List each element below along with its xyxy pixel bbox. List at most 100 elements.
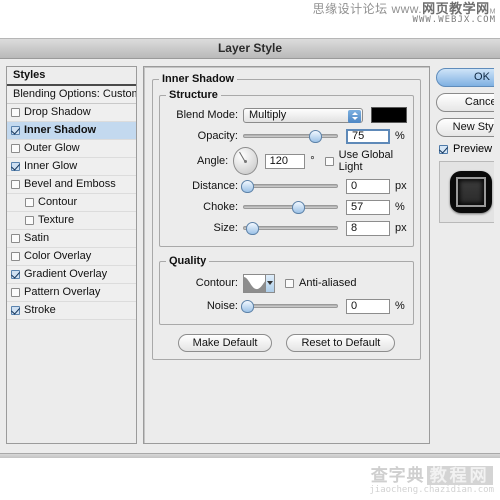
noise-label: Noise:: [206, 300, 238, 312]
styles-item-drop-shadow[interactable]: Drop Shadow: [7, 104, 136, 122]
opacity-unit: %: [395, 130, 405, 142]
angle-dial-hub: [243, 159, 247, 163]
styles-item-label: Satin: [24, 232, 50, 244]
styles-item-stroke[interactable]: Stroke: [7, 302, 136, 320]
choke-slider-track: [243, 205, 338, 209]
size-input[interactable]: 8: [346, 220, 390, 236]
styles-item-pattern-overlay[interactable]: Pattern Overlay: [7, 284, 136, 302]
blend-mode-select[interactable]: Multiply: [243, 107, 363, 123]
chevron-updown-icon[interactable]: [348, 109, 361, 123]
preview-row[interactable]: Preview: [439, 143, 494, 155]
inner-shadow-group: Inner Shadow Structure Blend Mode: Multi…: [152, 73, 421, 360]
watermark-top-forum: 思缘设计论坛: [312, 2, 388, 16]
watermark-top-url: WWW.WEBJX.COM: [412, 14, 496, 25]
size-slider-knob[interactable]: [245, 222, 259, 235]
pattern-overlay-checkbox[interactable]: [11, 288, 20, 297]
distance-slider[interactable]: [240, 179, 338, 193]
noise-row: Noise: 0 %: [166, 296, 407, 316]
preview-checkbox[interactable]: [439, 144, 448, 154]
styles-item-color-overlay[interactable]: Color Overlay: [7, 248, 136, 266]
reset-to-default-button[interactable]: Reset to Default: [286, 334, 396, 352]
styles-item-inner-shadow[interactable]: Inner Shadow: [7, 122, 136, 140]
noise-slider[interactable]: [240, 299, 338, 313]
satin-checkbox[interactable]: [11, 234, 20, 243]
watermark-bottom-url: jiaocheng.chazidian.com: [369, 485, 494, 496]
settings-column: Inner Shadow Structure Blend Mode: Multi…: [143, 66, 430, 444]
styles-item-label: Gradient Overlay: [24, 268, 108, 280]
styles-item-label: Pattern Overlay: [24, 286, 101, 298]
inner-glow-checkbox[interactable]: [11, 162, 20, 171]
new-style-button[interactable]: New Style...: [436, 118, 494, 137]
bevel-and-emboss-checkbox[interactable]: [11, 180, 20, 189]
color-overlay-checkbox[interactable]: [11, 252, 20, 261]
styles-item-satin[interactable]: Satin: [7, 230, 136, 248]
contour-checkbox[interactable]: [25, 198, 34, 207]
opacity-label: Opacity:: [197, 130, 238, 142]
blend-mode-value: Multiply: [249, 108, 287, 121]
distance-unit: px: [395, 180, 407, 192]
opacity-input[interactable]: 75: [346, 128, 390, 144]
choke-slider-knob[interactable]: [292, 201, 306, 214]
chevron-down-icon[interactable]: [265, 274, 274, 292]
styles-list-empty-area: [7, 320, 136, 443]
noise-slider-knob[interactable]: [240, 300, 254, 313]
anti-aliased-row[interactable]: Anti-aliased: [285, 277, 356, 289]
anti-aliased-checkbox[interactable]: [285, 278, 294, 288]
use-global-light-row[interactable]: Use Global Light: [324, 149, 407, 173]
dialog-title: Layer Style: [217, 41, 283, 55]
dialog-body: Styles Blending Options: Custom Drop Sha…: [0, 59, 500, 444]
default-buttons-row: Make Default Reset to Default: [159, 334, 414, 352]
outer-glow-checkbox[interactable]: [11, 144, 20, 153]
size-slider[interactable]: [243, 221, 338, 235]
choke-row: Choke: 57 %: [166, 197, 407, 217]
watermark-bottom-box: 教程网: [426, 466, 493, 486]
structure-group-title: Structure: [169, 89, 218, 101]
opacity-slider-knob[interactable]: [309, 130, 323, 143]
inner-shadow-group-title: Inner Shadow: [162, 73, 235, 85]
choke-slider[interactable]: [243, 200, 338, 214]
styles-item-label: Outer Glow: [24, 142, 80, 154]
angle-input[interactable]: 120: [264, 153, 306, 169]
choke-input[interactable]: 57: [346, 199, 390, 215]
distance-label: Distance:: [192, 180, 238, 192]
shadow-color-swatch[interactable]: [371, 107, 407, 123]
styles-item-bevel-and-emboss[interactable]: Bevel and Emboss: [7, 176, 136, 194]
styles-item-label: Inner Shadow: [24, 124, 97, 136]
cancel-button[interactable]: Cancel: [436, 93, 494, 112]
styles-item-gradient-overlay[interactable]: Gradient Overlay: [7, 266, 136, 284]
distance-slider-track: [243, 184, 338, 188]
styles-item-contour[interactable]: Contour: [7, 194, 136, 212]
angle-dial[interactable]: [233, 147, 258, 175]
styles-column: Styles Blending Options: Custom Drop Sha…: [6, 66, 137, 444]
make-default-button[interactable]: Make Default: [177, 334, 273, 352]
stroke-checkbox[interactable]: [11, 306, 20, 315]
opacity-row: Opacity: 75 %: [166, 126, 407, 146]
angle-label: Angle:: [197, 155, 229, 167]
preview-label: Preview: [453, 143, 493, 155]
gradient-overlay-checkbox[interactable]: [11, 270, 20, 279]
contour-row: Contour: Anti-aliased: [166, 271, 407, 295]
styles-item-inner-glow[interactable]: Inner Glow: [7, 158, 136, 176]
noise-input[interactable]: 0: [346, 298, 390, 314]
choke-label: Choke:: [203, 201, 238, 213]
texture-checkbox[interactable]: [25, 216, 34, 225]
quality-group: Quality Contour: Anti-aliased Noise: 0 %: [159, 255, 414, 325]
opacity-slider[interactable]: [243, 129, 338, 143]
ok-button[interactable]: OK: [436, 68, 494, 87]
distance-input[interactable]: 0: [346, 178, 390, 194]
angle-row: Angle: 120 ° Use Global Light: [166, 147, 407, 175]
contour-preset-picker[interactable]: [243, 273, 275, 293]
quality-group-title: Quality: [169, 255, 207, 267]
blend-mode-label: Blend Mode:: [176, 109, 238, 121]
distance-slider-knob[interactable]: [240, 180, 254, 193]
styles-item-outer-glow[interactable]: Outer Glow: [7, 140, 136, 158]
opacity-slider-track: [243, 134, 338, 138]
watermark-top-www: www.: [391, 2, 423, 16]
settings-panel: Inner Shadow Structure Blend Mode: Multi…: [143, 66, 430, 444]
drop-shadow-checkbox[interactable]: [11, 108, 20, 117]
use-global-light-checkbox[interactable]: [324, 156, 334, 166]
dialog-bottom-edge: [0, 453, 500, 458]
inner-shadow-checkbox[interactable]: [11, 126, 20, 135]
styles-item-blending-options[interactable]: Blending Options: Custom: [7, 86, 136, 104]
styles-item-texture[interactable]: Texture: [7, 212, 136, 230]
